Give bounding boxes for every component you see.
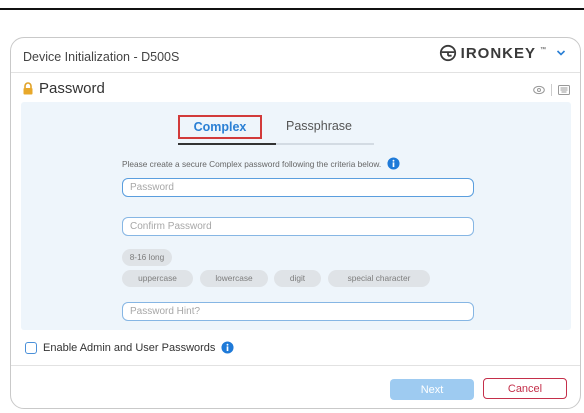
password-panel: Complex Passphrase Please create a secur… [21, 102, 571, 330]
enable-admin-user-checkbox[interactable] [25, 341, 37, 354]
password-type-tabs: Complex Passphrase [166, 113, 374, 145]
eye-icon[interactable] [533, 85, 545, 95]
password-input[interactable] [122, 178, 474, 197]
section-title: Password [39, 80, 105, 97]
instruction-row: Please create a secure Complex password … [122, 157, 400, 170]
criteria-uppercase-chip: uppercase [122, 270, 193, 287]
titlebar-divider [11, 72, 580, 73]
chevron-down-icon[interactable] [556, 48, 566, 58]
info-icon[interactable] [221, 341, 234, 354]
window-title: Device Initialization - D500S [23, 50, 180, 64]
tab-complex[interactable]: Complex [178, 115, 262, 139]
ironkey-logo-icon [439, 44, 456, 62]
brand-name: IRONKEY [460, 44, 536, 62]
brand-menu[interactable]: IRONKEY ™ [439, 44, 566, 62]
lock-icon [23, 82, 33, 95]
tab-active-indicator [178, 143, 276, 145]
section-header: Password [23, 80, 105, 97]
icon-divider [551, 84, 552, 96]
cancel-button[interactable]: Cancel [483, 378, 567, 399]
enable-admin-user-option[interactable]: Enable Admin and User Passwords [25, 341, 234, 354]
criteria-length-chip: 8-16 long [122, 249, 172, 266]
header-icons [533, 84, 570, 96]
device-init-window: Device Initialization - D500S IRONKEY ™ … [10, 37, 581, 409]
confirm-password-input[interactable] [122, 217, 474, 236]
instruction-text: Please create a secure Complex password … [122, 158, 382, 169]
tab-passphrase[interactable]: Passphrase [286, 119, 352, 133]
titlebar: Device Initialization - D500S IRONKEY ™ [11, 38, 580, 72]
enable-admin-user-label: Enable Admin and User Passwords [43, 341, 216, 354]
footer-divider [11, 365, 580, 366]
next-button[interactable]: Next [390, 379, 474, 400]
criteria-special-character-chip: special character [328, 270, 430, 287]
brand-trademark: ™ [540, 47, 546, 53]
criteria-lowercase-chip: lowercase [200, 270, 268, 287]
password-hint-input[interactable] [122, 302, 474, 321]
criteria-digit-chip: digit [274, 270, 321, 287]
top-rule [0, 8, 584, 10]
info-icon[interactable] [387, 157, 400, 170]
keyboard-icon[interactable] [558, 85, 570, 95]
